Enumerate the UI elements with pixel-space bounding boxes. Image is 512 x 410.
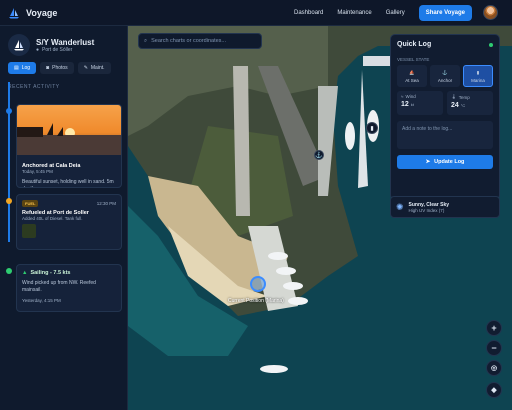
- fuel-marker-icon[interactable]: ▮: [366, 122, 378, 134]
- log-note-placeholder: Add a note to the log...: [402, 126, 453, 132]
- vessel-header: S/Y Wanderlust ● Port de Sóller: [8, 34, 119, 56]
- state-anchor[interactable]: ⚓ Anchor: [430, 65, 460, 87]
- timeline-line: [8, 82, 10, 242]
- crosshair-icon: ◎: [490, 365, 498, 372]
- tab-maint[interactable]: ✎ Maint.: [77, 62, 111, 74]
- camera-icon: ◙: [46, 65, 50, 71]
- state-at-sea[interactable]: ⛵ At Sea: [397, 65, 427, 87]
- entry-time: Yesterday, 4:15 PM: [22, 297, 61, 303]
- share-voyage-button[interactable]: Share Voyage: [418, 5, 472, 21]
- avatar[interactable]: [483, 5, 498, 20]
- tab-photos-label: Photos: [52, 65, 68, 71]
- map-search-input[interactable]: ⌕ Search charts or coordinates...: [138, 33, 262, 49]
- section-title: RECENT ACTIVITY: [8, 84, 60, 90]
- weather-subtitle: High UV Index (7): [408, 207, 445, 213]
- wind-value: 12: [401, 101, 409, 108]
- tab-log[interactable]: ▤ Log: [8, 62, 37, 74]
- map-view[interactable]: ⌕ Search charts or coordinates... ⚓ ▮ Cu…: [128, 26, 512, 410]
- weather-widget[interactable]: ✺ Sunny, Clear Sky High UV Index (7): [390, 196, 500, 218]
- top-bar: Voyage Dashboard Maintenance Gallery Sha…: [0, 0, 512, 26]
- wind-label: Wind: [405, 94, 416, 99]
- brand[interactable]: Voyage: [8, 7, 57, 19]
- state-marina-label: Marina: [471, 77, 485, 83]
- online-indicator: [489, 43, 493, 47]
- nav-dashboard[interactable]: Dashboard: [294, 10, 323, 16]
- map-search-placeholder: Search charts or coordinates...: [151, 38, 226, 44]
- current-position-marker[interactable]: [250, 276, 266, 292]
- anchor-marker-icon[interactable]: ⚓: [314, 150, 324, 160]
- chart-up-icon: ▲: [22, 270, 28, 276]
- quick-log-title: Quick Log: [397, 41, 432, 48]
- current-position-label: Current Position (Marina): [228, 298, 284, 304]
- book-icon: ▤: [14, 65, 19, 71]
- app-name: Voyage: [26, 7, 58, 18]
- activity-card-anchored[interactable]: Anchored at Cala Deia Today, 5:45 PM Bea…: [16, 104, 122, 188]
- fuel-tag: FUEL: [22, 200, 39, 207]
- zoom-out-button[interactable]: −: [486, 340, 502, 356]
- entry-title: Sailing - 7.5 kts: [30, 270, 71, 276]
- timeline-dot: [6, 268, 12, 274]
- minus-icon: −: [491, 343, 497, 353]
- temp-metric[interactable]: 🌡︎ Temp 24 °C: [447, 91, 493, 115]
- update-log-button[interactable]: ➤ Update Log: [397, 155, 493, 169]
- sailboat-icon: [8, 34, 30, 56]
- temp-unit: °C: [460, 103, 466, 108]
- nav-maintenance[interactable]: Maintenance: [337, 10, 371, 16]
- temp-value: 24: [451, 102, 459, 109]
- entry-body: Added 40L of Diesel. Tank full.: [22, 216, 83, 221]
- log-note-input[interactable]: Add a note to the log...: [397, 121, 493, 149]
- layers-icon: ◆: [491, 387, 497, 394]
- search-icon: ⌕: [144, 37, 148, 44]
- entry-time: 12:30 PM: [96, 201, 116, 206]
- tab-photos[interactable]: ◙ Photos: [40, 62, 74, 74]
- state-at-sea-label: At Sea: [405, 77, 419, 83]
- location-pin-icon: ●: [36, 46, 40, 53]
- sidebar-tabs: ▤ Log ◙ Photos ✎ Maint.: [8, 62, 119, 74]
- state-marina[interactable]: ▮ Marina: [463, 65, 493, 87]
- sailboat-icon: ⛵: [409, 69, 415, 75]
- wind-unit: kt: [410, 102, 414, 107]
- activity-card-fuel[interactable]: FUEL 12:30 PM Refueled at Port de Soller…: [16, 194, 122, 250]
- sun-icon: ✺: [396, 201, 404, 212]
- fuel-receipt-thumbnail[interactable]: [22, 224, 36, 238]
- update-log-label: Update Log: [434, 159, 465, 165]
- wind-icon: ≈: [401, 94, 404, 99]
- activity-card-sailing[interactable]: ▲ Sailing - 7.5 kts Wind picked up from …: [16, 264, 122, 312]
- vessel-port: ● Port de Sóller: [36, 47, 94, 53]
- metrics-row: ≈ Wind 12 kt 🌡︎ Temp 24 °C: [397, 91, 493, 115]
- vessel-name: S/Y Wanderlust: [36, 37, 95, 47]
- main-nav: Dashboard Maintenance Gallery Share Voya…: [294, 5, 472, 21]
- vessel-state-label: VESSEL STATE: [397, 57, 430, 62]
- entry-body: Beautiful sunset, holding well in sand. …: [22, 179, 114, 187]
- weather-title: Sunny, Clear Sky: [408, 201, 450, 208]
- wrench-icon: ✎: [83, 65, 88, 71]
- dock-icon: ▮: [476, 69, 480, 75]
- vessel-port-label: Port de Sóller: [42, 46, 73, 53]
- anchor-icon: ⚓: [442, 69, 448, 75]
- vessel-state-options: ⛵ At Sea ⚓ Anchor ▮ Marina: [397, 65, 493, 87]
- timeline-dot: [6, 198, 12, 204]
- locate-button[interactable]: ◎: [486, 360, 502, 376]
- tab-log-label: Log: [21, 65, 31, 71]
- quick-log-panel: Quick Log VESSEL STATE ⛵ At Sea ⚓ Anchor ▮…: [390, 34, 500, 200]
- plus-icon: +: [491, 323, 497, 333]
- send-icon: ➤: [425, 159, 431, 165]
- zoom-in-button[interactable]: +: [486, 320, 502, 336]
- sailboat-logo-icon: [9, 7, 19, 18]
- tab-maint-label: Maint.: [90, 65, 105, 71]
- timeline-dot: [6, 108, 12, 114]
- entry-body: Wind picked up from NW. Reefed mainsail.: [22, 280, 96, 293]
- entry-time: Today, 5:45 PM: [22, 169, 53, 174]
- layers-button[interactable]: ◆: [486, 382, 502, 398]
- temp-label: Temp: [458, 94, 470, 100]
- sunset-photo: [17, 105, 121, 155]
- state-anchor-label: Anchor: [437, 77, 453, 83]
- nav-gallery[interactable]: Gallery: [386, 10, 405, 16]
- wind-metric[interactable]: ≈ Wind 12 kt: [397, 91, 443, 115]
- thermometer-icon: 🌡︎: [451, 94, 457, 99]
